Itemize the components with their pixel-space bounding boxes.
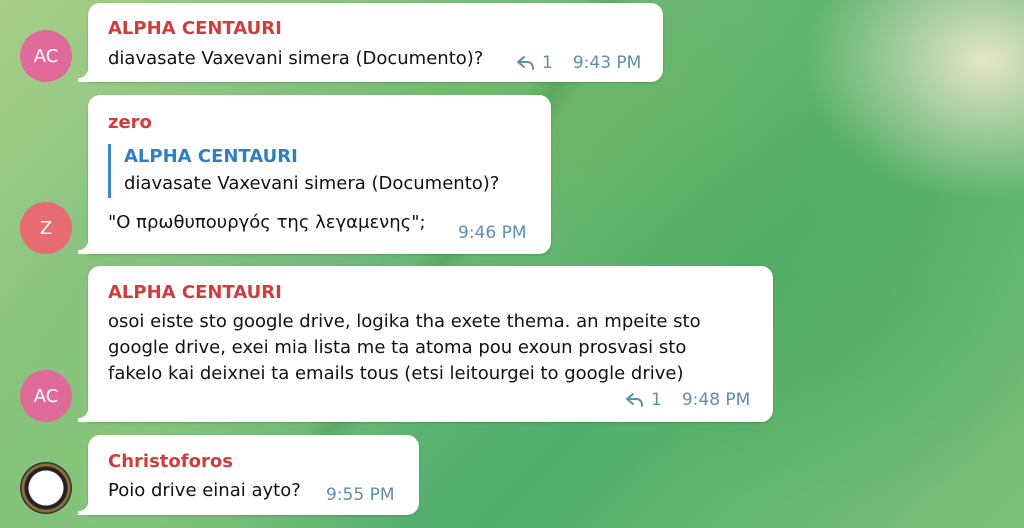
reply-arrow-icon[interactable]	[516, 55, 536, 71]
message-text-line: google drive, exei mia lista me ta atoma…	[108, 337, 687, 358]
message-bubble[interactable]: zero ALPHA CENTAURI diavasate Vaxevani s…	[78, 95, 551, 254]
message-bubble[interactable]: ALPHA CENTAURI osoi eiste sto google dri…	[78, 266, 773, 422]
message-meta: 1 9:48 PM	[625, 390, 750, 410]
avatar-photo[interactable]	[20, 462, 72, 514]
message-text-line: osoi eiste sto google drive, logika tha …	[108, 311, 701, 332]
message-bubble[interactable]: Christoforos Poio drive einai ayto? 9:55…	[78, 435, 419, 515]
message-time: 9:43 PM	[572, 53, 642, 73]
avatar-initials: AC	[33, 45, 59, 67]
message-meta: 9:46 PM	[458, 223, 527, 243]
avatar-initials: Z	[39, 217, 53, 239]
sender-name[interactable]: Christoforos	[108, 451, 233, 472]
reply-count[interactable]: 1	[651, 390, 662, 410]
message-meta: 1 9:43 PM	[516, 53, 641, 73]
reply-arrow-icon[interactable]	[625, 392, 645, 408]
message-text: Poio drive einai ayto?	[108, 480, 301, 501]
message-time: 9:55 PM	[326, 485, 395, 505]
reply-quote[interactable]: ALPHA CENTAURI diavasate Vaxevani simera…	[108, 144, 499, 198]
message-bubble[interactable]: ALPHA CENTAURI diavasate Vaxevani simera…	[78, 3, 663, 82]
message-text-line: fakelo kai deixnei ta emails tous (etsi …	[108, 363, 684, 384]
message-text: diavasate Vaxevani simera (Documento)?	[108, 48, 484, 69]
message-meta: 9:55 PM	[326, 485, 395, 505]
avatar[interactable]: Z	[20, 202, 72, 254]
reply-count[interactable]: 1	[542, 53, 553, 73]
message-time: 9:46 PM	[458, 223, 527, 243]
message-time: 9:48 PM	[681, 390, 751, 410]
message-text: "Ο πρωθυπουργός της λεγαμενης";	[108, 212, 426, 233]
quote-text: diavasate Vaxevani simera (Documento)?	[124, 173, 500, 194]
avatar[interactable]: AC	[20, 30, 72, 82]
sender-name[interactable]: ALPHA CENTAURI	[108, 18, 282, 39]
sender-name[interactable]: ALPHA CENTAURI	[108, 282, 282, 303]
avatar[interactable]: AC	[20, 370, 72, 422]
avatar-initials: AC	[33, 385, 59, 407]
sender-name[interactable]: zero	[108, 112, 152, 133]
quote-sender: ALPHA CENTAURI	[124, 146, 298, 167]
